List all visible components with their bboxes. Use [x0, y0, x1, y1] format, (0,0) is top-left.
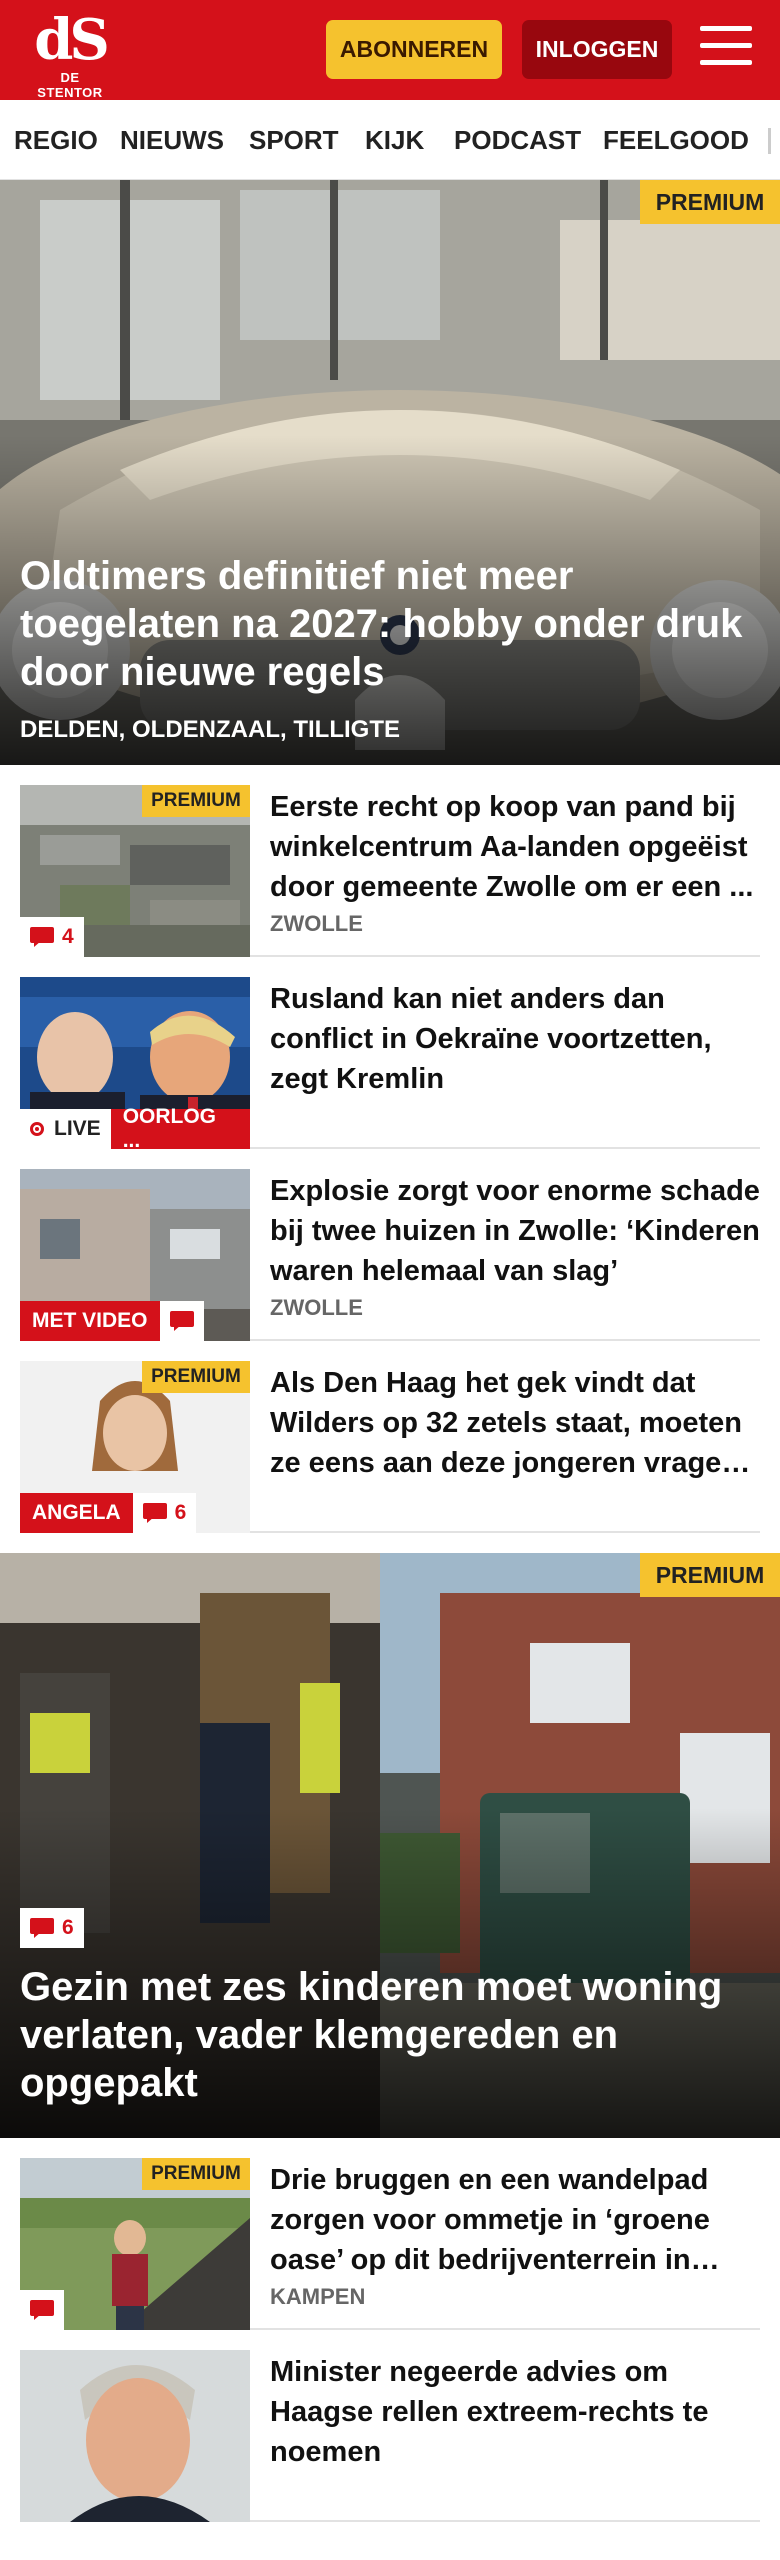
article-thumbnail: [20, 2350, 250, 2522]
video-label[interactable]: MET VIDEO: [20, 1301, 160, 1341]
comment-badge[interactable]: [20, 2290, 64, 2330]
comment-icon: [142, 1503, 167, 1523]
thumbnail-badges: ANGELA 6: [20, 1493, 197, 1533]
article-minister[interactable]: Minister negeerde advies om Haagse relle…: [20, 2330, 760, 2522]
thumbnail-badges: MET VIDEO: [20, 1301, 204, 1341]
live-dot-icon: [30, 1122, 44, 1136]
article-title[interactable]: Explosie zorgt voor enorme schade bij tw…: [270, 1171, 760, 1291]
comment-badge[interactable]: 6: [20, 1908, 84, 1948]
article-thumbnail: PREMIUM: [20, 2158, 250, 2330]
hero-title[interactable]: Gezin met zes kinderen moet woning verla…: [20, 1963, 756, 2107]
article-title[interactable]: Eerste recht op koop van pand bij winkel…: [270, 787, 760, 907]
hamburger-icon[interactable]: [700, 26, 752, 72]
nav-item-feelgood[interactable]: FEELGOOD: [603, 100, 749, 179]
article-list-2: PREMIUM Drie bruggen en een wandelpad zo…: [0, 2138, 780, 2522]
live-label: LIVE: [54, 1117, 101, 1140]
hero-title[interactable]: Oldtimers definitief niet meer toegelate…: [20, 552, 756, 696]
minister-portrait-image: [20, 2350, 250, 2522]
nav-overflow-divider: [768, 128, 771, 154]
site-logo[interactable]: dS DE STENTOR: [28, 7, 112, 100]
comment-count: 6: [174, 1501, 187, 1524]
comment-badge[interactable]: [159, 1301, 204, 1341]
comment-count: 4: [62, 925, 74, 948]
article-body: Minister negeerde advies om Haagse relle…: [270, 2350, 760, 2472]
comment-badge[interactable]: 4: [20, 917, 84, 957]
hero-article-gezin[interactable]: PREMIUM 6 Gezin met zes kinderen moet wo…: [0, 1553, 780, 2138]
premium-badge: PREMIUM: [640, 180, 780, 224]
premium-badge: PREMIUM: [142, 2158, 250, 2190]
article-wilders[interactable]: PREMIUM ANGELA 6 Als Den Haag het gek vi…: [20, 1341, 760, 1533]
article-thumbnail: LIVE OORLOG ...: [20, 977, 250, 1149]
thumbnail-badges: [20, 2290, 64, 2330]
article-body: Drie bruggen en een wandelpad zorgen voo…: [270, 2158, 760, 2310]
nav-item-sport[interactable]: SPORT: [249, 100, 339, 179]
article-explosie[interactable]: MET VIDEO Explosie zorgt voor enorme sch…: [20, 1149, 760, 1341]
hero-article-oldtimers[interactable]: PREMIUM Oldtimers definitief niet meer t…: [0, 180, 780, 765]
site-header: dS DE STENTOR ABONNEREN INLOGGEN: [0, 0, 780, 100]
article-title[interactable]: Rusland kan niet anders dan conflict in …: [270, 979, 760, 1099]
columnist-label[interactable]: ANGELA: [20, 1493, 133, 1533]
subscribe-button[interactable]: ABONNEREN: [326, 20, 502, 79]
article-location: ZWOLLE: [270, 1295, 363, 1320]
login-button[interactable]: INLOGGEN: [522, 20, 672, 79]
article-thumbnail: PREMIUM 4: [20, 785, 250, 957]
article-list-1: PREMIUM 4 Eerste recht op koop van pand …: [0, 765, 780, 1533]
logo-text: DE STENTOR: [37, 70, 103, 100]
article-body: Explosie zorgt voor enorme schade bij tw…: [270, 1169, 760, 1321]
comment-icon: [30, 927, 54, 947]
premium-badge: PREMIUM: [640, 1553, 780, 1597]
article-thumbnail: PREMIUM ANGELA 6: [20, 1361, 250, 1533]
hero-locations: DELDEN, OLDENZAAL, TILLIGTE: [20, 716, 400, 743]
logo-mark: dS: [34, 7, 110, 73]
nav-item-regio[interactable]: REGIO: [14, 100, 98, 179]
article-body: Als Den Haag het gek vindt dat Wilders o…: [270, 1361, 760, 1483]
article-aa-landen[interactable]: PREMIUM 4 Eerste recht op koop van pand …: [20, 765, 760, 957]
article-location: ZWOLLE: [270, 911, 363, 936]
article-bruggen[interactable]: PREMIUM Drie bruggen en een wandelpad zo…: [20, 2138, 760, 2330]
article-title[interactable]: Drie bruggen en een wandelpad zorgen voo…: [270, 2160, 760, 2280]
nav-item-podcast[interactable]: PODCAST: [454, 100, 581, 179]
premium-badge: PREMIUM: [142, 785, 250, 817]
article-title[interactable]: Als Den Haag het gek vindt dat Wilders o…: [270, 1363, 760, 1483]
comment-icon: [30, 2300, 54, 2320]
comment-badge[interactable]: 6: [132, 1493, 197, 1533]
comment-icon: [30, 1918, 54, 1938]
section-nav: REGIO NIEUWS SPORT KIJK PODCAST FEELGOOD: [0, 100, 780, 180]
article-location: KAMPEN: [270, 2284, 366, 2309]
article-thumbnail: MET VIDEO: [20, 1169, 250, 1341]
premium-badge: PREMIUM: [142, 1361, 250, 1393]
comment-icon: [169, 1311, 194, 1331]
live-badge: LIVE: [20, 1109, 111, 1149]
thumbnail-badges: LIVE OORLOG ...: [20, 1105, 250, 1149]
category-label[interactable]: OORLOG ...: [110, 1105, 250, 1149]
article-title[interactable]: Minister negeerde advies om Haagse relle…: [270, 2352, 760, 2472]
nav-item-kijk[interactable]: KIJK: [365, 100, 424, 179]
article-body: Eerste recht op koop van pand bij winkel…: [270, 785, 760, 937]
article-body: Rusland kan niet anders dan conflict in …: [270, 977, 760, 1099]
thumbnail-badges: 4: [20, 917, 84, 957]
article-kremlin[interactable]: LIVE OORLOG ... Rusland kan niet anders …: [20, 957, 760, 1149]
comment-count: 6: [62, 1916, 74, 1939]
nav-item-nieuws[interactable]: NIEUWS: [120, 100, 224, 179]
